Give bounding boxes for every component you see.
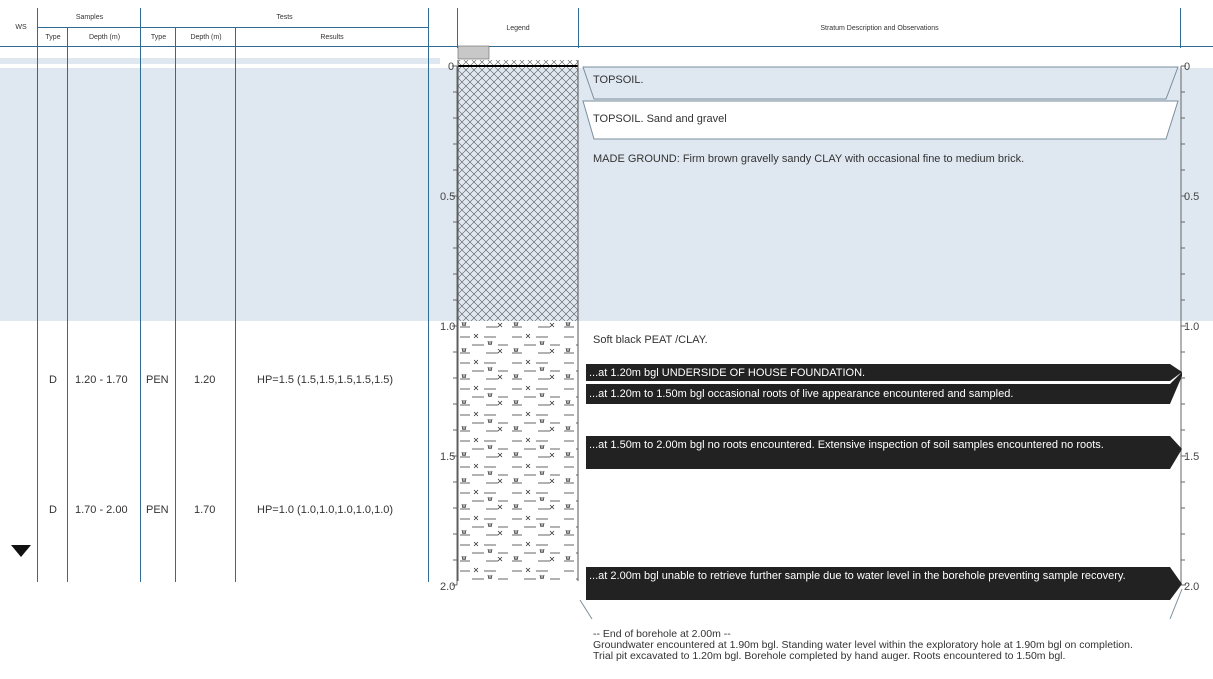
test-type-2: PEN [146,504,169,516]
col-line [235,27,236,582]
stratum-peat: Soft black PEAT /CLAY. [593,334,708,346]
observation-roots: ...at 1.20m to 1.50m bgl occasional root… [589,388,1014,400]
test-result-2: HP=1.0 (1.0,1.0,1.0,1.0,1.0) [257,504,394,516]
end-notes-text: Groundwater encountered at 1.90m bgl. St… [593,639,1133,662]
observation-no-roots: ...at 1.50m to 2.00m bgl no roots encoun… [589,439,1104,451]
depth-label-05: 0.5 [440,191,456,203]
header-type: Type [45,34,61,41]
header-tests: Tests [276,14,293,21]
observation-water-level: ...at 2.00m bgl unable to retrieve furth… [589,570,1126,582]
header-stratum: Stratum Description and Observations [820,25,939,32]
stratum-topsoil: TOPSOIL. [593,74,644,86]
test-type-1: PEN [146,374,169,386]
depth-label-10-right: 1.0 [1184,321,1200,333]
test-result-1: HP=1.5 (1.5,1.5,1.5,1.5,1.5) [257,374,394,386]
depth-label-20-right: 2.0 [1184,581,1200,593]
legend-column [457,45,579,581]
depth-label-15: 1.5 [440,451,456,463]
sample-type-1: D [49,374,57,386]
col-line [37,8,38,582]
depth-label-0-right: 0 [1184,61,1191,73]
col-line [140,8,141,582]
down-triangle-icon [11,545,31,557]
sample-depth-1: 1.20 - 1.70 [75,374,128,386]
sample-depth-2: 1.70 - 2.00 [75,504,128,516]
depth-label-05-right: 0.5 [1184,191,1200,203]
header-test-type: Type [150,34,167,41]
stratum-made-ground: MADE GROUND: Firm brown gravelly sandy C… [593,153,1025,165]
observation-foundation: ...at 1.20m bgl UNDERSIDE OF HOUSE FOUND… [589,367,866,379]
col-line [428,8,429,582]
header-depth: Depth (m) [88,34,121,41]
test-depth-2: 1.70 [194,504,216,516]
depth-label-10: 1.0 [440,321,456,333]
header-legend: Legend [506,25,530,32]
sample-type-2: D [49,504,57,516]
header-ws: WS [15,24,27,31]
col-line [1180,8,1181,48]
stratum-topsoil-sand: TOPSOIL. Sand and gravel [593,113,727,125]
col-line [67,27,68,582]
header-samples: Samples [75,14,104,21]
col-line [175,27,176,582]
test-depth-1: 1.20 [194,374,216,386]
col-line [457,8,458,48]
col-line [578,8,579,48]
shaded-band-top [0,58,440,64]
depth-label-20: 2.0 [440,581,456,593]
header-test-depth: Depth (m) [190,34,222,41]
header-results: Results [320,34,344,41]
depth-label-0: 0 [448,61,455,73]
header-rule-1 [38,27,428,28]
header-rule-2 [0,46,1213,47]
depth-label-15-right: 1.5 [1184,451,1200,463]
